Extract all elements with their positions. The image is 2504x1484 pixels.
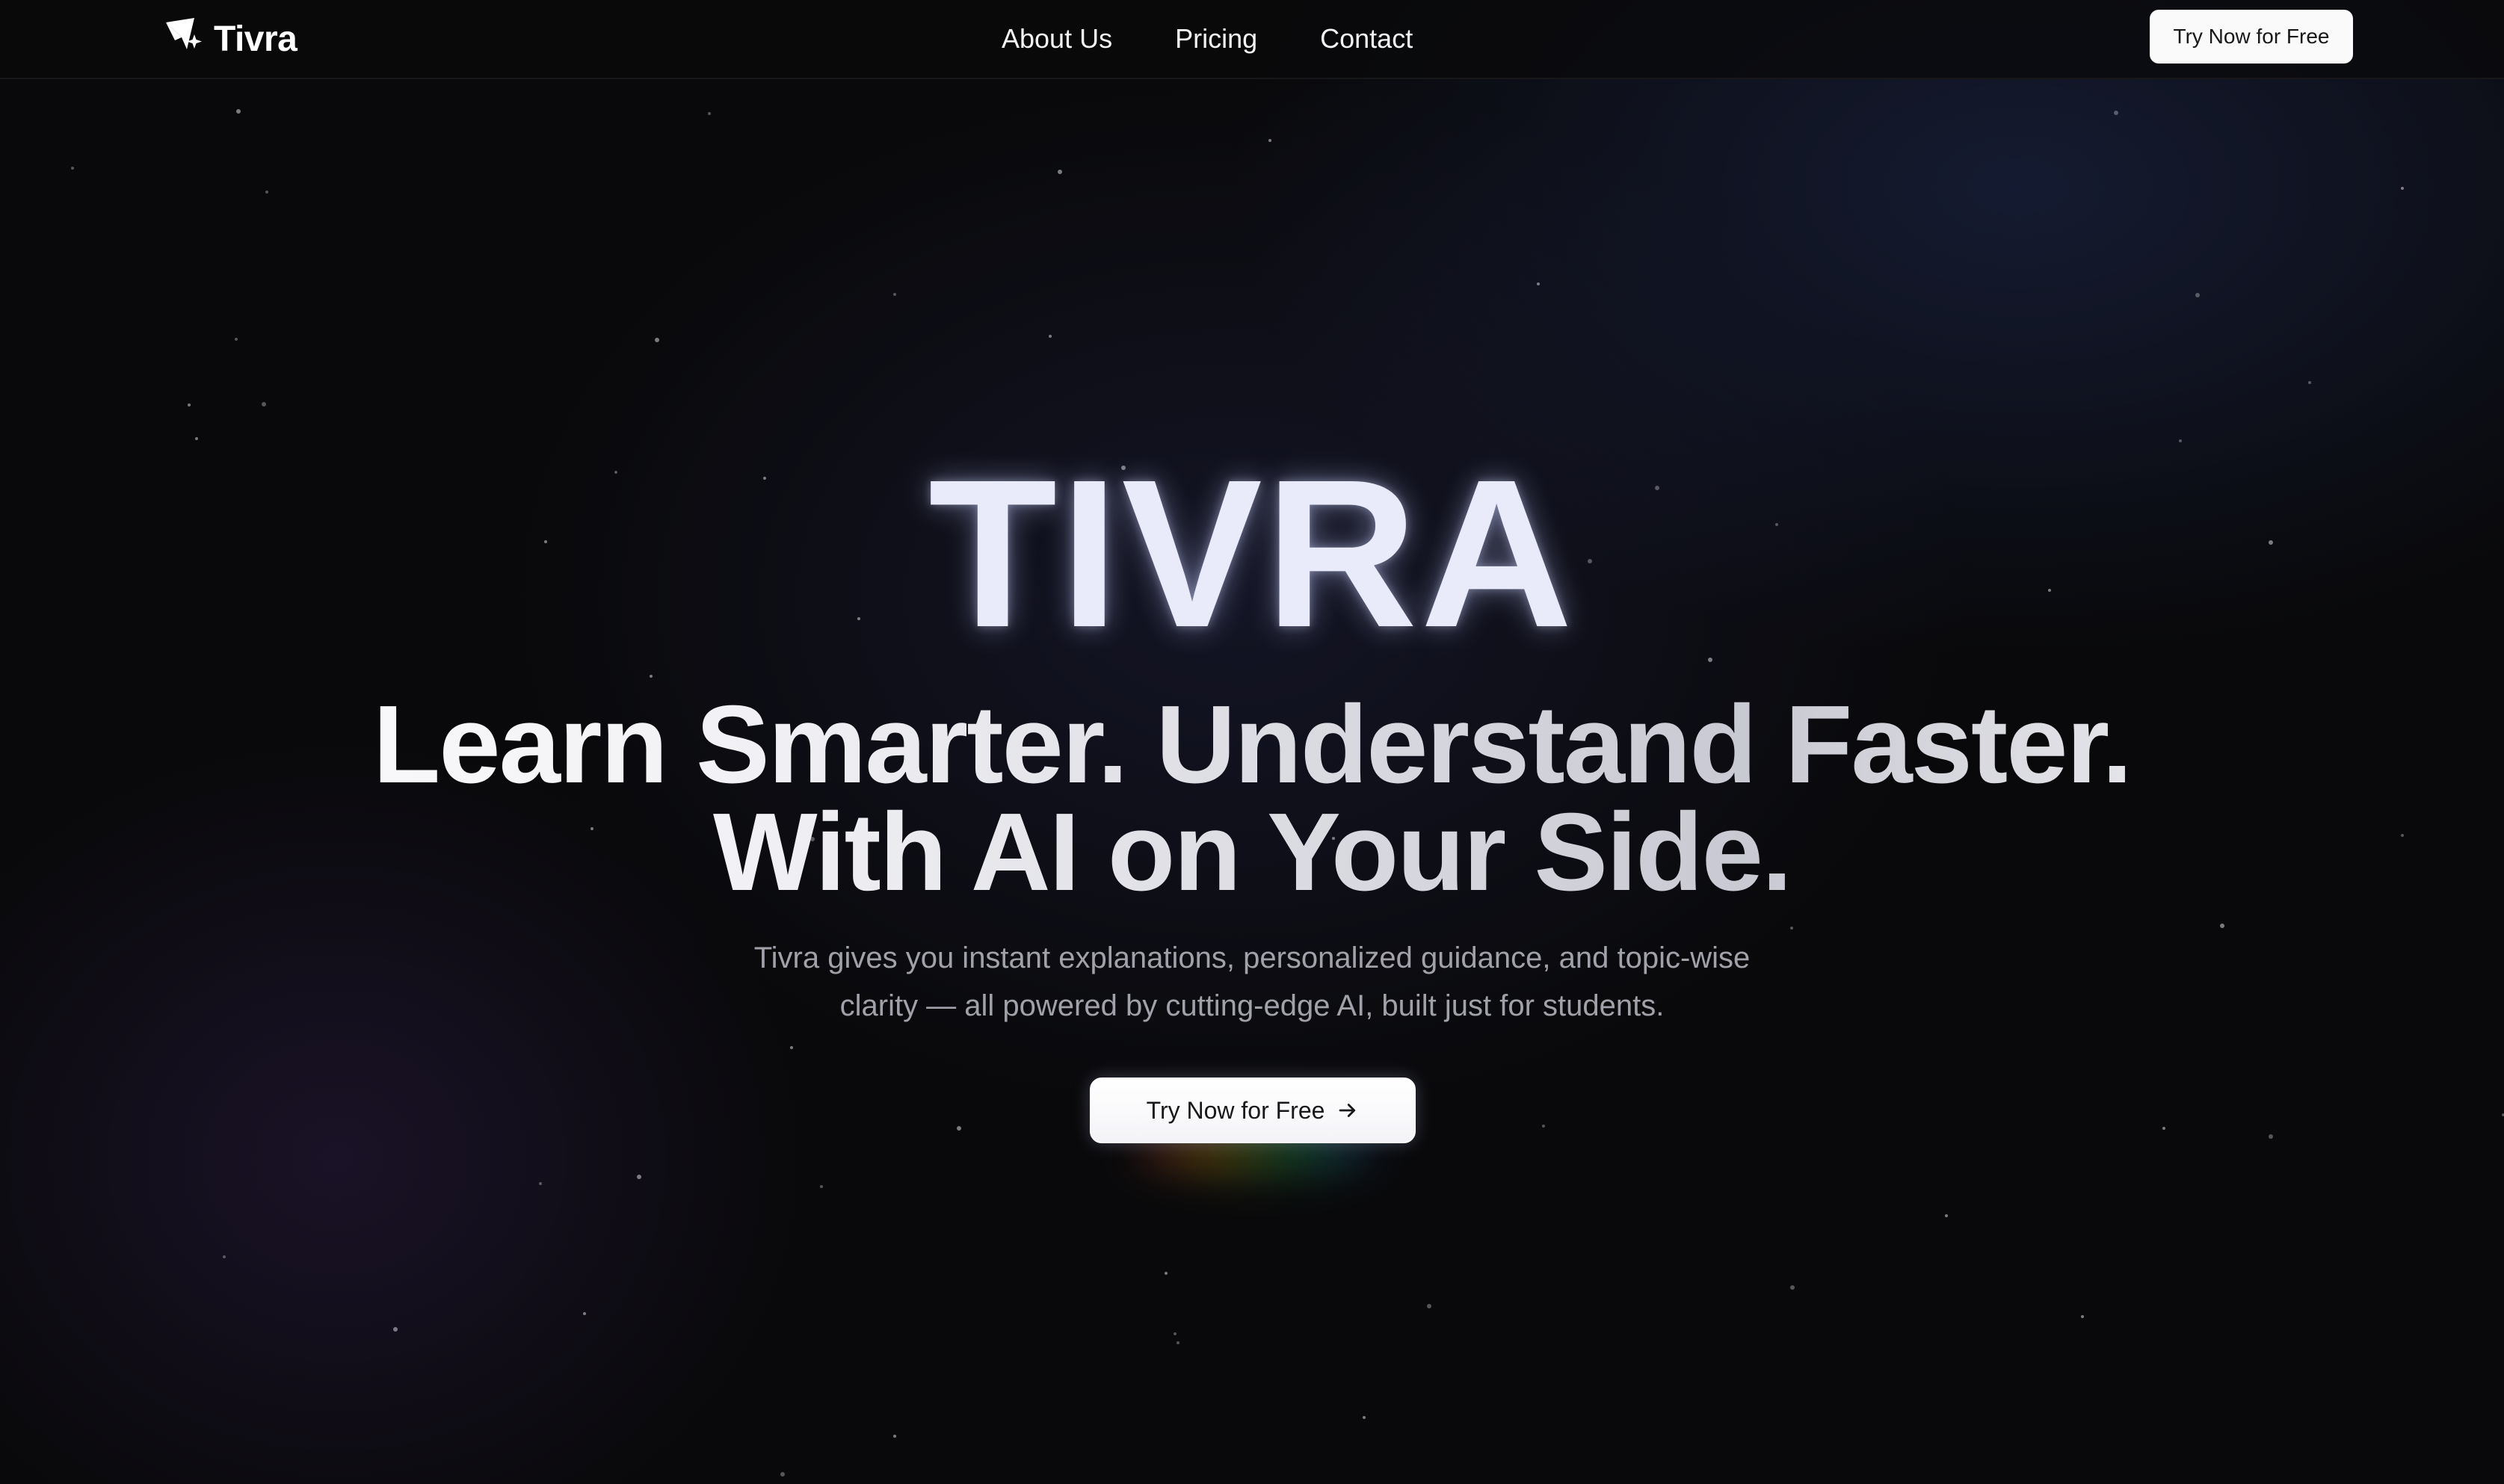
main-nav: About Us Pricing Contact [1002,16,1413,61]
star-dot [1790,927,1793,930]
star-dot [2081,1315,2084,1318]
hero-headline-line-2: With AI on Your Side. [712,791,1792,914]
star-dot [637,1175,641,1179]
star-dot [195,437,198,440]
star-dot [1790,1285,1795,1290]
star-dot [820,1185,823,1188]
nav-link-contact[interactable]: Contact [1320,23,1413,55]
star-dot [265,191,268,194]
hero-headline: Learn Smarter. Understand Faster. With A… [0,691,2504,906]
star-dot [957,1126,961,1131]
star-dot [262,402,266,406]
star-dot [1268,139,1271,142]
star-dot [1542,1125,1545,1128]
star-dot [235,338,238,341]
star-dot [223,1255,226,1258]
star-dot [1174,1332,1177,1335]
star-dot [393,1327,398,1332]
logo-text: Tivra [214,19,297,59]
star-dot [236,109,241,114]
star-dot [1058,170,1062,174]
hero-headline-line-1: Learn Smarter. Understand Faster. [372,683,2132,806]
arrow-right-icon [1336,1099,1359,1122]
star-dot [2401,187,2404,190]
star-dot [188,404,191,406]
star-dot [2179,439,2182,442]
hero-brand-title: TIVRA [928,436,1576,671]
star-dot [1177,1341,1179,1344]
top-navbar: Tivra About Us Pricing Contact Try Now f… [0,0,2504,79]
star-dot [583,1312,586,1315]
hero-description: Tivra gives you instant explanations, pe… [753,942,1751,1022]
star-dot [2195,293,2200,297]
star-dot [893,293,896,296]
star-dot [1049,335,1052,338]
star-dot [1165,1272,1168,1275]
star-dot [1427,1304,1431,1308]
nav-try-now-button[interactable]: Try Now for Free [2150,10,2353,64]
star-dot [1537,282,1540,285]
nav-link-pricing[interactable]: Pricing [1175,23,1257,55]
logo-link[interactable]: Tivra [161,10,297,67]
star-dot [1945,1214,1948,1217]
star-dot [780,1472,785,1477]
hero-try-now-button[interactable]: Try Now for Free [1090,1078,1416,1143]
star-dot [2220,924,2224,928]
star-dot [2308,381,2311,384]
sparkle-arrow-logo-icon [161,15,206,64]
star-dot [655,338,659,342]
star-dot [790,1046,793,1049]
star-dot [2114,111,2118,115]
star-dot [1363,1416,1366,1419]
star-dot [650,675,653,678]
hero-cta-label: Try Now for Free [1146,1096,1325,1124]
nav-link-about-us[interactable]: About Us [1002,23,1112,55]
star-dot [893,1435,896,1438]
hero-cta-container: Try Now for Free [1090,1078,1416,1175]
star-dot [708,112,711,115]
star-dot [2269,1134,2273,1139]
star-dot [539,1182,542,1185]
star-dot [71,167,74,170]
star-dot [2162,1127,2165,1130]
landing-page: Tivra About Us Pricing Contact Try Now f… [0,0,2504,1484]
